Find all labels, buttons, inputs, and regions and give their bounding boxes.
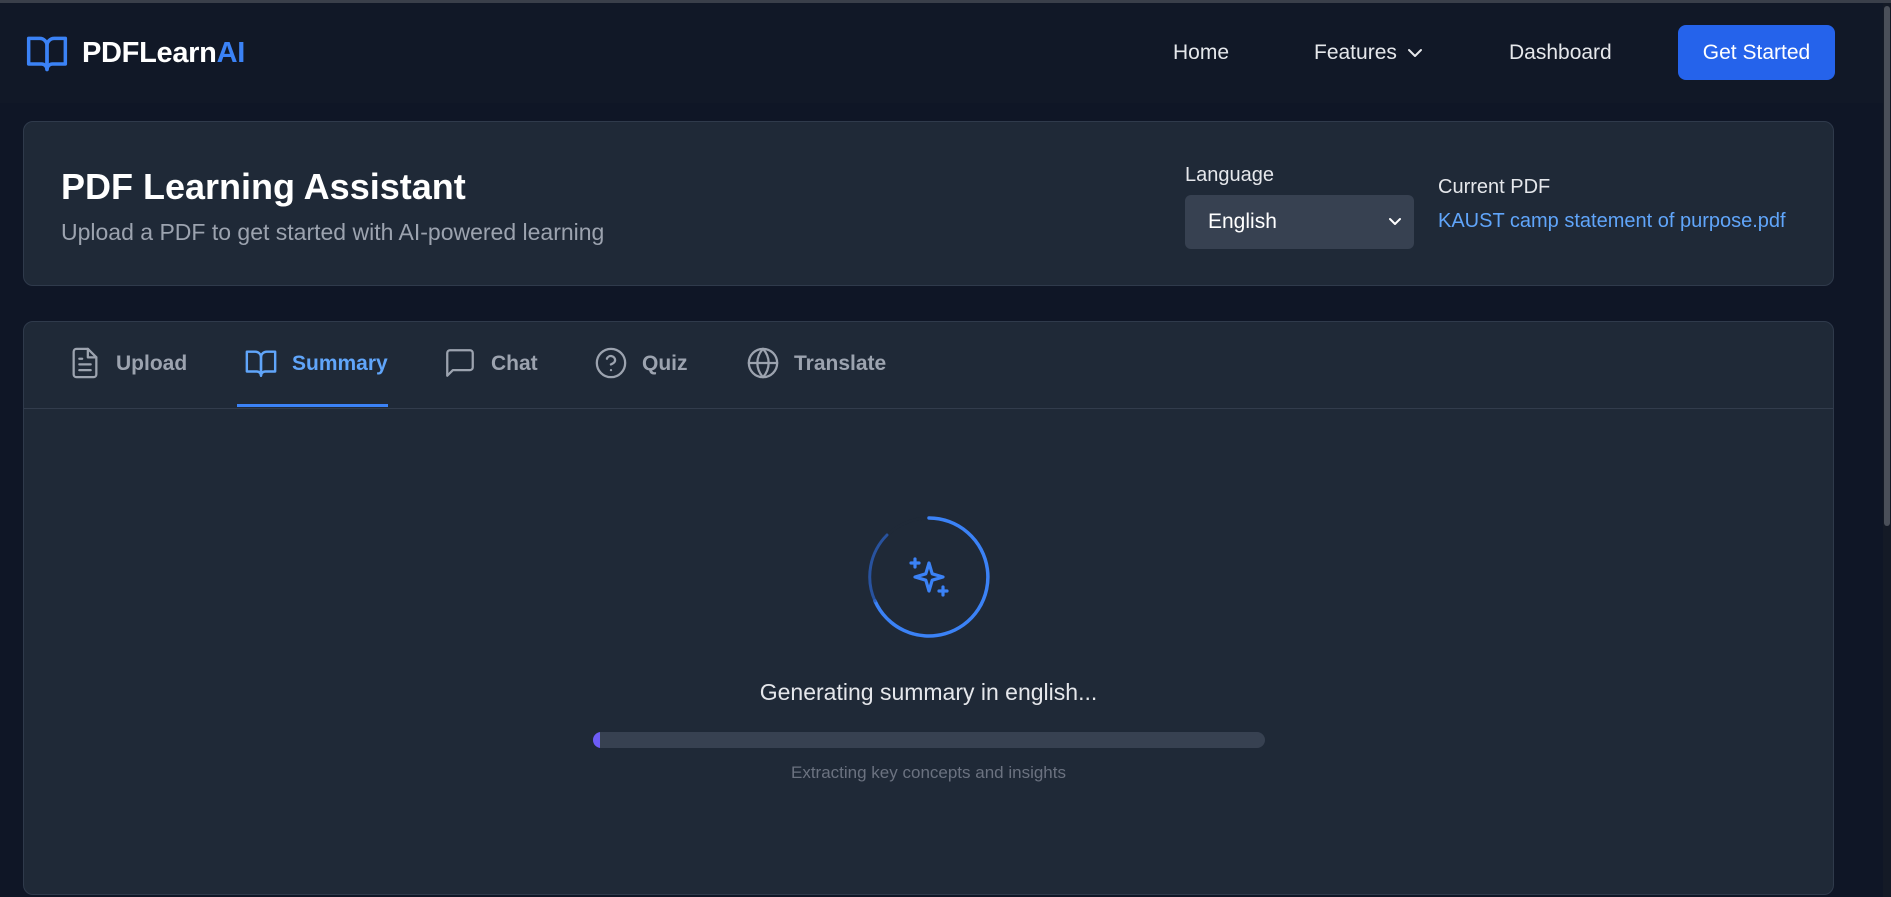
tab-translate-label: Translate: [794, 352, 887, 375]
book-open-icon: [245, 350, 277, 377]
nav-dashboard-link[interactable]: Dashboard: [1509, 41, 1612, 65]
tab-upload-label: Upload: [116, 352, 188, 375]
active-tab-indicator: [237, 404, 388, 407]
top-navbar: PDFLearnAI Home Features Dashboard Get S…: [0, 3, 1883, 103]
help-circle-icon: [595, 347, 627, 379]
nav-features-dropdown[interactable]: Features: [1314, 41, 1423, 65]
globe-icon: [747, 347, 779, 379]
tab-chat[interactable]: Chat: [443, 346, 538, 406]
chevron-down-icon: [1389, 218, 1401, 225]
tab-quiz-label: Quiz: [642, 352, 688, 375]
current-pdf-label: Current PDF: [1438, 176, 1551, 198]
language-selected-value: English: [1208, 210, 1277, 233]
brand-name: PDFLearnAI: [82, 37, 245, 70]
loading-spinner: [868, 516, 990, 638]
page-subtitle: Upload a PDF to get started with AI-powe…: [61, 219, 605, 245]
chevron-down-icon: [1407, 49, 1422, 57]
loading-detail: Extracting key concepts and insights: [791, 763, 1066, 782]
nav-features-label: Features: [1314, 41, 1397, 64]
message-square-icon: [446, 349, 474, 377]
language-label: Language: [1185, 164, 1274, 186]
tab-bar: Upload Summary Chat Quiz Translate: [24, 322, 1833, 409]
nav-home-label: Home: [1173, 41, 1230, 64]
brand-logo[interactable]: PDFLearnAI: [24, 31, 245, 75]
progress-bar: [593, 732, 1265, 748]
get-started-button[interactable]: Get Started: [1678, 25, 1835, 80]
nav-home-link[interactable]: Home: [1173, 41, 1229, 65]
main-panel: Upload Summary Chat Quiz Translate Gener…: [23, 321, 1834, 895]
brand-name-accent: AI: [216, 36, 246, 69]
tab-translate[interactable]: Translate: [746, 346, 886, 406]
sparkles-icon: [909, 557, 949, 597]
current-pdf-link[interactable]: KAUST camp statement of purpose.pdf: [1438, 210, 1786, 233]
tab-summary-label: Summary: [292, 352, 388, 375]
scrollbar-thumb[interactable]: [1884, 6, 1890, 526]
assistant-header-card: PDF Learning Assistant Upload a PDF to g…: [23, 121, 1834, 286]
file-text-icon: [72, 347, 98, 379]
nav-dashboard-label: Dashboard: [1509, 41, 1612, 64]
loading-message: Generating summary in english...: [759, 679, 1098, 705]
brand-name-main: PDFLearn: [82, 36, 217, 69]
tab-quiz[interactable]: Quiz: [594, 346, 688, 406]
tab-summary[interactable]: Summary: [244, 346, 388, 406]
tab-upload[interactable]: Upload: [68, 346, 187, 406]
tab-chat-label: Chat: [491, 352, 538, 375]
progress-bar-fill: [593, 732, 600, 748]
get-started-label: Get Started: [1702, 40, 1811, 64]
book-open-icon: [26, 36, 68, 72]
page-title: PDF Learning Assistant: [61, 166, 466, 207]
language-select[interactable]: English: [1185, 195, 1414, 249]
